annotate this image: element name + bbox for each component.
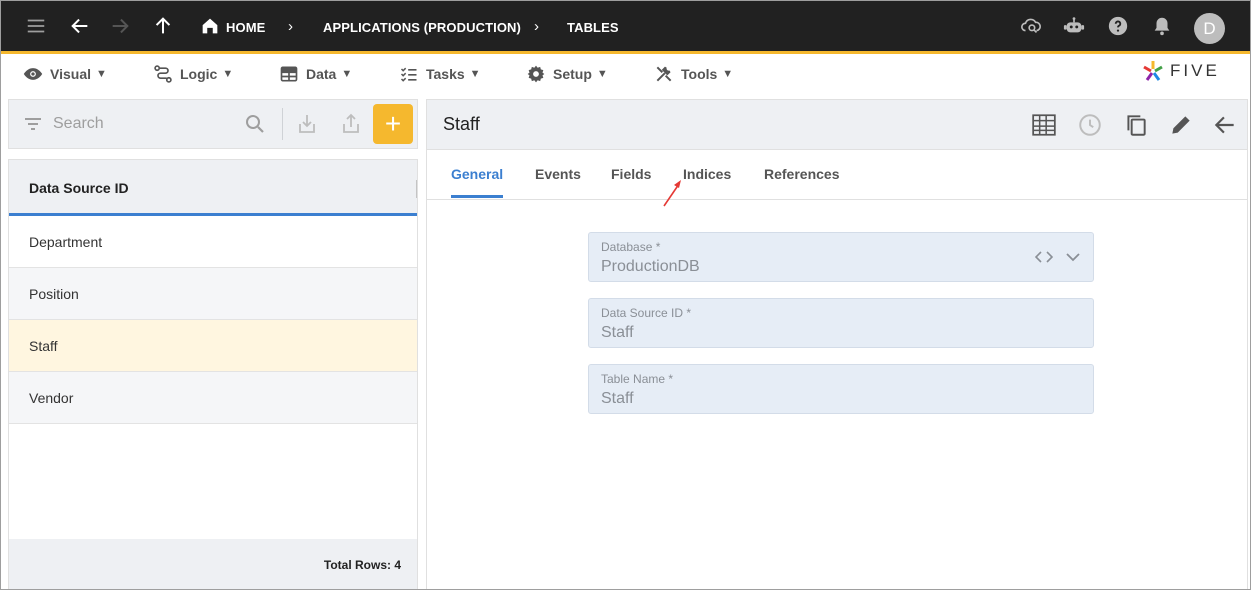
eye-icon (23, 68, 43, 80)
search-icon[interactable] (243, 112, 267, 136)
table-name-value: Staff (601, 390, 634, 407)
chevron-down-icon[interactable] (1065, 250, 1081, 264)
home-icon[interactable] (197, 13, 223, 39)
database-label: Database * (601, 240, 661, 254)
database-field[interactable]: Database * ProductionDB (588, 232, 1094, 282)
edit-icon[interactable] (1168, 112, 1194, 138)
list-item[interactable]: Position (9, 268, 417, 320)
up-arrow-icon[interactable] (150, 13, 176, 39)
caret-down-icon: ▼ (722, 68, 734, 80)
toolbar-divider (282, 108, 283, 140)
column-resize-handle[interactable] (416, 180, 417, 198)
caret-down-icon: ▼ (596, 68, 608, 80)
app-window: HOME › APPLICATIONS (PRODUCTION) › TABLE… (0, 0, 1251, 590)
menu-setup-label: Setup (553, 66, 592, 82)
total-rows: Total Rows: 4 (323, 558, 401, 572)
database-field-icons (1035, 250, 1081, 264)
breadcrumb-tables[interactable]: TABLES (567, 20, 619, 35)
chatbot-icon[interactable] (1061, 13, 1087, 39)
tab-general[interactable]: General (451, 166, 503, 182)
list-item[interactable]: Vendor (9, 372, 417, 424)
avatar[interactable]: D (1194, 13, 1225, 44)
top-bar: HOME › APPLICATIONS (PRODUCTION) › TABLE… (1, 1, 1250, 54)
menu-data[interactable]: Data ▼ (279, 63, 352, 85)
tools-icon (656, 66, 672, 82)
active-tab-indicator (451, 195, 503, 198)
list-item-label: Vendor (29, 390, 74, 406)
filter-icon[interactable] (21, 112, 45, 136)
list-item[interactable]: Department (9, 216, 417, 268)
table-name-field[interactable]: Table Name * Staff (588, 364, 1094, 414)
list-toolbar: Search + (8, 99, 418, 149)
detail-header: Staff (427, 100, 1247, 150)
list-item-label: Department (29, 234, 103, 250)
menu-logic-label: Logic (180, 66, 218, 82)
data-source-id-field[interactable]: Data Source ID * Staff (588, 298, 1094, 348)
menu-setup[interactable]: Setup ▼ (526, 63, 608, 85)
menu-visual-label: Visual (50, 66, 91, 82)
tab-indices[interactable]: Indices (683, 166, 731, 182)
list-column-header[interactable]: Data Source ID (9, 160, 417, 216)
chevron-right-icon: › (534, 18, 539, 35)
detail-panel: Staff General Events Fields Indices Refe… (426, 99, 1248, 589)
pointer-arrow-icon (663, 180, 681, 207)
tab-references[interactable]: References (764, 166, 840, 182)
chevron-right-icon: › (288, 18, 293, 35)
database-value: ProductionDB (601, 258, 700, 275)
tab-fields[interactable]: Fields (611, 166, 651, 182)
caret-down-icon: ▼ (469, 68, 481, 80)
caret-down-icon: ▼ (341, 68, 353, 80)
menu-visual[interactable]: Visual ▼ (23, 63, 107, 85)
back-arrow-icon[interactable] (67, 13, 93, 39)
menu-tasks-label: Tasks (426, 66, 465, 82)
caret-down-icon: ▼ (96, 68, 107, 80)
logo-text: FIVE (1170, 61, 1220, 80)
code-icon[interactable] (1035, 250, 1053, 264)
history-icon[interactable] (1077, 112, 1103, 138)
back-arrow-icon[interactable] (1212, 112, 1238, 138)
five-logo-mark-icon (1143, 61, 1163, 81)
menu-bar: Visual ▼ Logic ▼ Data ▼ Tasks ▼ Setup ▼ … (1, 54, 1250, 92)
caret-down-icon: ▼ (222, 68, 234, 80)
gear-icon (527, 65, 545, 83)
breadcrumb-applications[interactable]: APPLICATIONS (PRODUCTION) (323, 20, 521, 35)
menu-tools-label: Tools (681, 66, 718, 82)
list-item-selected[interactable]: Staff (9, 320, 417, 372)
import-icon[interactable] (295, 112, 319, 136)
copy-icon[interactable] (1123, 112, 1149, 138)
table-name-label: Table Name * (601, 372, 674, 386)
menu-logic[interactable]: Logic ▼ (153, 63, 233, 85)
list-item-label: Position (29, 286, 79, 302)
menu-data-label: Data (306, 66, 337, 82)
data-source-id-value: Staff (601, 324, 634, 341)
list-footer: Total Rows: 4 (9, 539, 417, 589)
search-input[interactable]: Search (53, 115, 104, 133)
menu-icon[interactable] (23, 13, 49, 39)
grid-view-icon[interactable] (1031, 112, 1057, 138)
breadcrumb-home[interactable]: HOME (226, 20, 265, 35)
tab-events[interactable]: Events (535, 166, 581, 182)
menu-tools[interactable]: Tools ▼ (654, 63, 733, 85)
table-icon (280, 66, 298, 82)
data-source-list: Data Source ID Department Position Staff… (8, 159, 418, 589)
tasks-icon (400, 67, 417, 82)
cloud-search-icon[interactable] (1018, 13, 1044, 39)
list-item-label: Staff (29, 338, 58, 354)
five-logo: FIVE (1141, 59, 1220, 83)
data-source-id-label: Data Source ID * (601, 306, 692, 320)
menu-tasks[interactable]: Tasks ▼ (399, 63, 481, 85)
logic-icon (154, 65, 172, 83)
tab-bar: General Events Fields Indices References (427, 150, 1247, 207)
help-icon[interactable] (1105, 13, 1131, 39)
add-button[interactable]: + (373, 104, 413, 144)
column-header-label: Data Source ID (29, 180, 129, 196)
page-title: Staff (443, 114, 480, 134)
forward-arrow-icon[interactable] (107, 13, 133, 39)
export-icon[interactable] (339, 112, 363, 136)
bell-icon[interactable] (1149, 13, 1175, 39)
